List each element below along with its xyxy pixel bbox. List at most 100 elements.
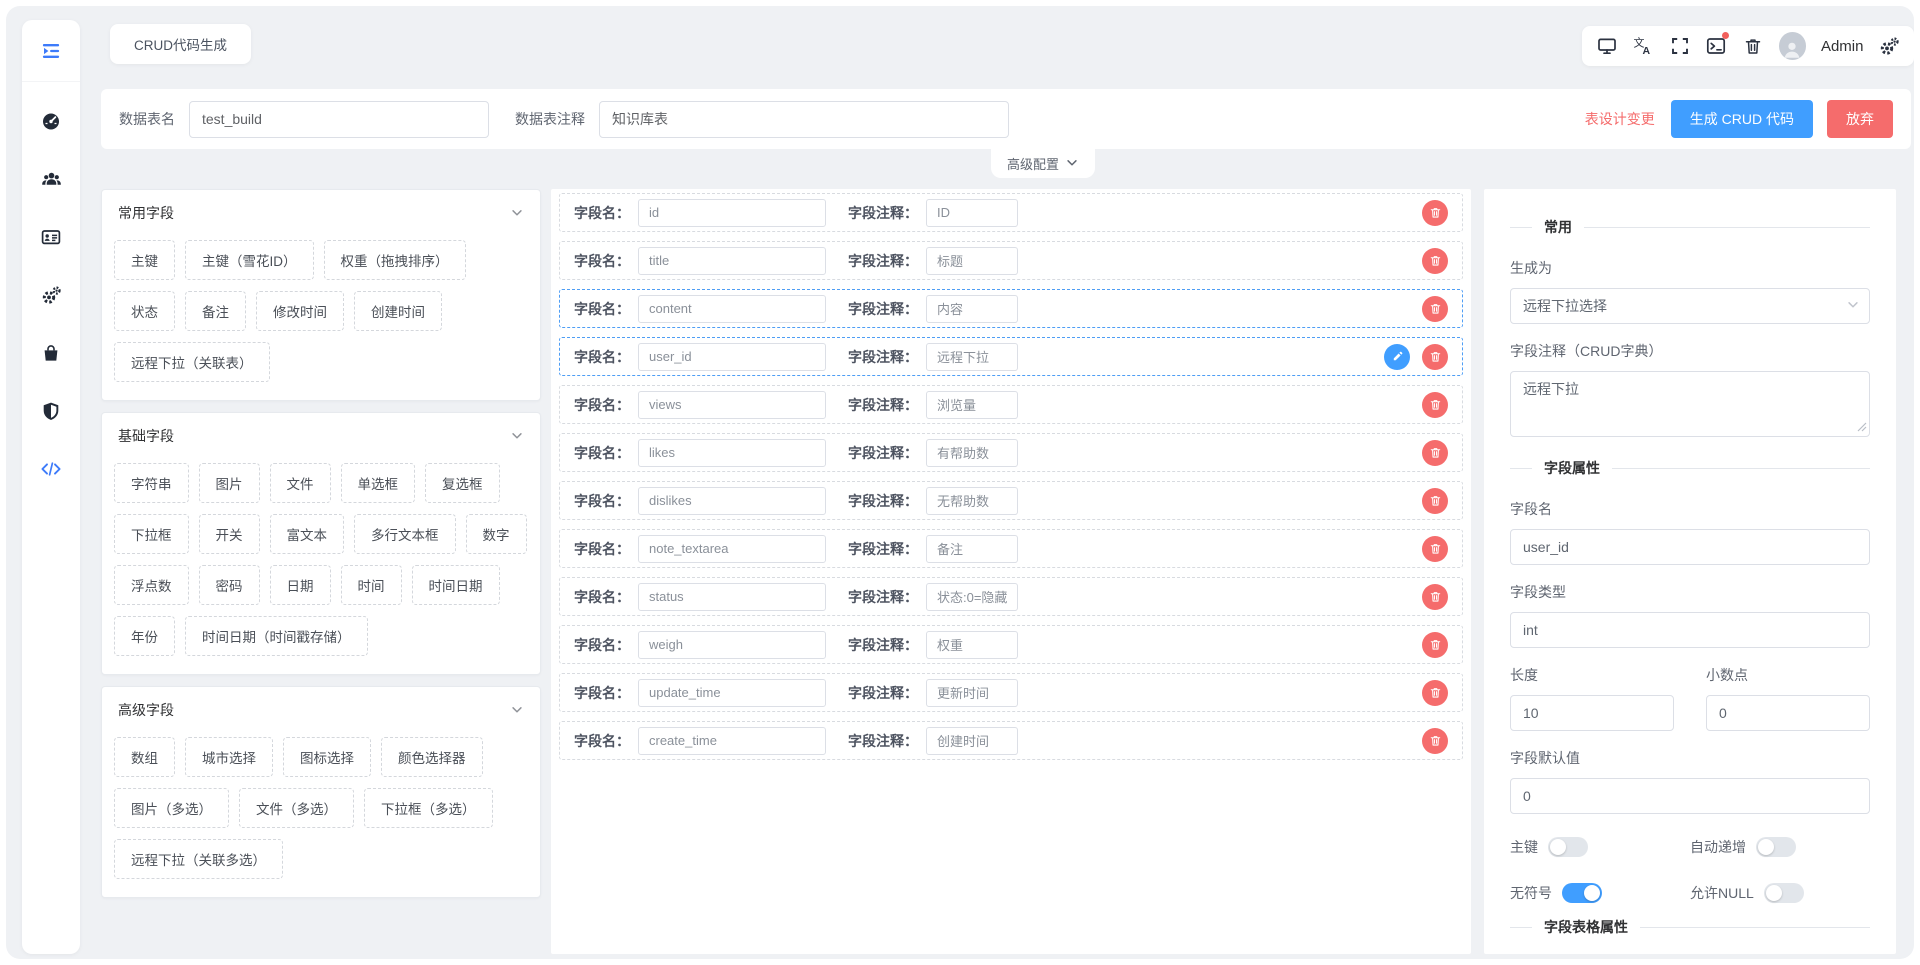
field-row[interactable]: 字段名：字段注释：: [559, 529, 1463, 568]
decimal-input[interactable]: [1706, 695, 1870, 731]
field-template-button[interactable]: 密码: [199, 565, 260, 605]
field-template-button[interactable]: 图片: [199, 463, 260, 503]
delete-field-button[interactable]: [1422, 488, 1448, 514]
field-name-input[interactable]: [1510, 529, 1870, 565]
field-template-button[interactable]: 创建时间: [354, 291, 442, 331]
field-template-button[interactable]: 修改时间: [256, 291, 344, 331]
field-name-input[interactable]: [638, 679, 826, 707]
field-template-button[interactable]: 时间日期: [412, 565, 500, 605]
topbar-trash-button[interactable]: [1742, 35, 1764, 57]
topbar-gears-button[interactable]: [1878, 35, 1900, 57]
field-template-button[interactable]: 开关: [199, 514, 260, 554]
field-comment-input[interactable]: [926, 535, 1018, 563]
generate-as-select[interactable]: [1510, 288, 1870, 324]
toggle-switch[interactable]: [1562, 883, 1602, 903]
field-template-button[interactable]: 单选框: [341, 463, 416, 503]
delete-field-button[interactable]: [1422, 344, 1448, 370]
avatar[interactable]: [1779, 32, 1806, 60]
field-template-button[interactable]: 多行文本框: [354, 514, 456, 554]
field-name-input[interactable]: [638, 487, 826, 515]
field-template-button[interactable]: 数字: [466, 514, 527, 554]
sidebar-item-code[interactable]: [22, 440, 80, 498]
field-template-button[interactable]: 时间日期（时间戳存储）: [185, 616, 368, 656]
field-template-button[interactable]: 状态: [114, 291, 175, 331]
field-name-input[interactable]: [638, 343, 826, 371]
field-name-input[interactable]: [638, 199, 826, 227]
field-comment-input[interactable]: [926, 343, 1018, 371]
field-comment-input[interactable]: [926, 391, 1018, 419]
field-comment-input[interactable]: [926, 487, 1018, 515]
field-name-input[interactable]: [638, 583, 826, 611]
topbar-fullscreen-button[interactable]: [1669, 35, 1691, 57]
field-template-button[interactable]: 文件: [270, 463, 331, 503]
table-comment-input[interactable]: [599, 101, 1009, 138]
sidebar-item-indent-menu[interactable]: [22, 20, 80, 82]
field-template-button[interactable]: 权重（拖拽排序）: [324, 240, 466, 280]
length-input[interactable]: [1510, 695, 1674, 731]
field-row[interactable]: 字段名：字段注释：: [559, 577, 1463, 616]
field-template-button[interactable]: 字符串: [114, 463, 189, 503]
topbar-terminal-button[interactable]: [1706, 35, 1728, 57]
field-row[interactable]: 字段名：字段注释：: [559, 625, 1463, 664]
generate-crud-button[interactable]: 生成 CRUD 代码: [1671, 100, 1813, 138]
field-template-button[interactable]: 颜色选择器: [381, 737, 483, 777]
field-template-button[interactable]: 远程下拉（关联多选）: [114, 839, 283, 879]
sidebar-item-users[interactable]: [22, 150, 80, 208]
field-library-card-header[interactable]: 高级字段: [102, 687, 540, 729]
field-name-input[interactable]: [638, 247, 826, 275]
toggle-switch[interactable]: [1764, 883, 1804, 903]
field-name-input[interactable]: [638, 295, 826, 323]
sidebar-item-id-card[interactable]: [22, 208, 80, 266]
field-comment-input[interactable]: [926, 247, 1018, 275]
field-library-card-header[interactable]: 常用字段: [102, 190, 540, 232]
field-comment-input[interactable]: [926, 727, 1018, 755]
delete-field-button[interactable]: [1422, 536, 1448, 562]
delete-field-button[interactable]: [1422, 440, 1448, 466]
field-template-button[interactable]: 主键: [114, 240, 175, 280]
field-template-button[interactable]: 图标选择: [283, 737, 371, 777]
sidebar-item-gears[interactable]: [22, 266, 80, 324]
tab-crud-generator[interactable]: CRUD代码生成: [110, 24, 251, 64]
field-template-button[interactable]: 下拉框（多选）: [364, 788, 493, 828]
field-template-button[interactable]: 数组: [114, 737, 175, 777]
field-template-button[interactable]: 复选框: [425, 463, 500, 503]
field-row[interactable]: 字段名：字段注释：: [559, 385, 1463, 424]
field-comment-input[interactable]: [926, 583, 1018, 611]
delete-field-button[interactable]: [1422, 200, 1448, 226]
sidebar-item-shopping-bag[interactable]: [22, 324, 80, 382]
delete-field-button[interactable]: [1422, 584, 1448, 610]
field-comment-input[interactable]: [926, 679, 1018, 707]
field-row[interactable]: 字段名：字段注释：: [559, 433, 1463, 472]
field-template-button[interactable]: 城市选择: [185, 737, 273, 777]
generate-as-value[interactable]: [1510, 288, 1870, 324]
field-name-input[interactable]: [638, 535, 826, 563]
toggle-switch[interactable]: [1756, 837, 1796, 857]
field-row[interactable]: 字段名：字段注释：: [559, 721, 1463, 760]
field-template-button[interactable]: 备注: [185, 291, 246, 331]
field-template-button[interactable]: 图片（多选）: [114, 788, 229, 828]
field-name-input[interactable]: [638, 391, 826, 419]
sidebar-item-shield[interactable]: [22, 382, 80, 440]
field-comment-input[interactable]: [926, 631, 1018, 659]
field-library-card-header[interactable]: 基础字段: [102, 413, 540, 455]
field-template-button[interactable]: 日期: [270, 565, 331, 605]
comment-dict-textarea[interactable]: [1510, 371, 1870, 437]
field-template-button[interactable]: 富文本: [270, 514, 345, 554]
field-comment-input[interactable]: [926, 199, 1018, 227]
field-template-button[interactable]: 时间: [341, 565, 402, 605]
default-value-input[interactable]: [1510, 778, 1870, 814]
field-template-button[interactable]: 下拉框: [114, 514, 189, 554]
delete-field-button[interactable]: [1422, 680, 1448, 706]
table-name-input[interactable]: [189, 101, 489, 138]
delete-field-button[interactable]: [1422, 392, 1448, 418]
field-comment-input[interactable]: [926, 439, 1018, 467]
field-row[interactable]: 字段名：字段注释：: [559, 241, 1463, 280]
field-name-input[interactable]: [638, 727, 826, 755]
field-type-input[interactable]: [1510, 612, 1870, 648]
delete-field-button[interactable]: [1422, 632, 1448, 658]
advanced-config-toggle[interactable]: 高级配置: [991, 148, 1095, 178]
field-comment-input[interactable]: [926, 295, 1018, 323]
field-row[interactable]: 字段名：字段注释：: [559, 481, 1463, 520]
field-row[interactable]: 字段名：字段注释：: [559, 193, 1463, 232]
field-row[interactable]: 字段名：字段注释：: [559, 337, 1463, 376]
